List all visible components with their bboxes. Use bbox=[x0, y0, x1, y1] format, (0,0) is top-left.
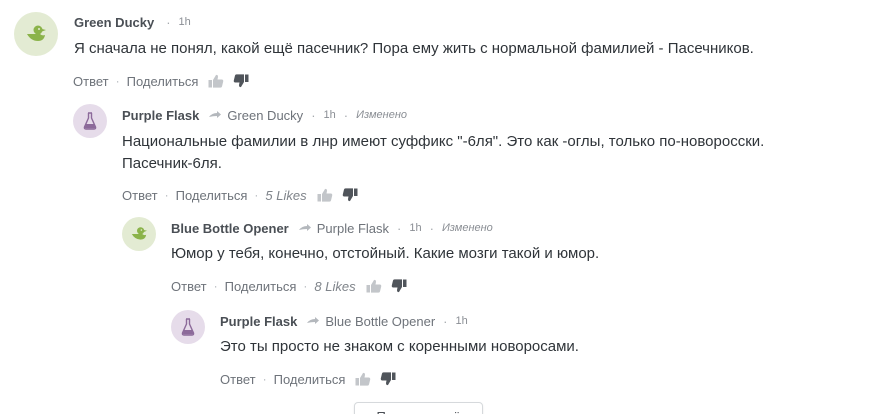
thumbs-down-icon bbox=[381, 372, 396, 386]
reply-arrow-icon bbox=[298, 223, 311, 233]
separator-dot: · bbox=[166, 14, 171, 30]
comment-text-line: Я сначала не понял, какой ещё пасечник? … bbox=[74, 40, 754, 57]
comment-header: Purple Flask Green Ducky · 1h · Изменено bbox=[122, 106, 896, 124]
reply-arrow-icon bbox=[307, 316, 320, 326]
reply-button[interactable]: Ответ bbox=[73, 74, 109, 89]
thumbs-up-icon bbox=[366, 279, 381, 293]
comment-body: Green Ducky · 1h Я сначала не понял, как… bbox=[73, 12, 896, 90]
thumbs-up-icon bbox=[208, 74, 224, 88]
comment-text: Это ты просто не знаком с коренными ново… bbox=[220, 336, 896, 358]
downvote-button[interactable] bbox=[380, 372, 396, 386]
separator-dot: · bbox=[213, 279, 218, 293]
share-button[interactable]: Поделиться bbox=[127, 74, 199, 89]
comment-text: Национальные фамилии в лнр имеют суффикс… bbox=[122, 131, 896, 175]
reply-to-link[interactable]: Green Ducky bbox=[227, 108, 303, 123]
comment-actions: Ответ · Поделиться bbox=[220, 370, 896, 388]
separator-dot: · bbox=[343, 107, 349, 123]
separator-dot: · bbox=[429, 220, 434, 236]
separator-dot: · bbox=[443, 313, 448, 329]
comment-1: Green Ducky · 1h Я сначала не понял, как… bbox=[14, 12, 896, 92]
timestamp[interactable]: 1h bbox=[324, 109, 336, 121]
author-name[interactable]: Green Ducky bbox=[74, 15, 154, 30]
comment-header: Blue Bottle Opener Purple Flask · 1h · И… bbox=[171, 219, 896, 237]
comment-text: Юмор у тебя, конечно, отстойный. Какие м… bbox=[171, 243, 896, 265]
timestamp[interactable]: 1h bbox=[409, 222, 421, 234]
comment-actions: Ответ · Поделиться bbox=[73, 72, 896, 90]
thumbs-down-icon bbox=[391, 279, 407, 293]
thumbs-down-icon bbox=[234, 74, 249, 88]
edited-label: Изменено bbox=[441, 222, 493, 234]
avatar-blue-bottle-opener[interactable] bbox=[122, 217, 156, 251]
share-button[interactable]: Поделиться bbox=[274, 372, 346, 387]
separator-dot: · bbox=[115, 74, 120, 88]
comment-2: Purple Flask Green Ducky · 1h · Изменено… bbox=[73, 104, 896, 204]
comment-header: Purple Flask Blue Bottle Opener · 1h bbox=[220, 312, 896, 330]
comment-actions: Ответ · Поделиться · 8 Likes bbox=[171, 277, 896, 295]
comment-actions: Ответ · Поделиться · 5 Likes bbox=[122, 186, 896, 204]
avatar-purple-flask[interactable] bbox=[73, 104, 107, 138]
thumbs-down-icon bbox=[342, 188, 358, 202]
comment-text: Я сначала не понял, какой ещё пасечник? … bbox=[74, 38, 896, 60]
reply-to-link[interactable]: Blue Bottle Opener bbox=[325, 314, 435, 329]
comment-text-line: Пасечник-6ля. bbox=[122, 155, 222, 172]
upvote-button[interactable] bbox=[208, 74, 224, 88]
separator-dot: · bbox=[164, 188, 169, 202]
timestamp[interactable]: 1h bbox=[456, 315, 468, 327]
load-more-button[interactable]: Показать ещё bbox=[354, 402, 483, 414]
timestamp[interactable]: 1h bbox=[179, 16, 191, 28]
comment-text-line: Юмор у тебя, конечно, отстойный. Какие м… bbox=[171, 245, 600, 262]
separator-dot: · bbox=[303, 279, 308, 293]
edited-label: Изменено bbox=[356, 109, 407, 121]
share-button[interactable]: Поделиться bbox=[225, 279, 297, 294]
share-button[interactable]: Поделиться bbox=[176, 188, 248, 203]
comment-3: Blue Bottle Opener Purple Flask · 1h · И… bbox=[122, 217, 896, 297]
separator-dot: · bbox=[262, 372, 267, 386]
downvote-button[interactable] bbox=[233, 74, 249, 88]
flask-icon bbox=[83, 112, 97, 130]
upvote-button[interactable] bbox=[366, 279, 382, 293]
author-name[interactable]: Blue Bottle Opener bbox=[171, 221, 289, 236]
thumbs-up-icon bbox=[317, 188, 332, 202]
duck-icon bbox=[131, 227, 147, 240]
upvote-button[interactable] bbox=[355, 372, 371, 386]
author-name[interactable]: Purple Flask bbox=[220, 314, 297, 329]
downvote-button[interactable] bbox=[342, 188, 358, 202]
comment-text-line: Национальные фамилии в лнр имеют суффикс… bbox=[122, 133, 765, 150]
likes-count: 8 Likes bbox=[314, 278, 356, 294]
comment-body: Purple Flask Blue Bottle Opener · 1h Это… bbox=[220, 310, 896, 388]
separator-dot: · bbox=[254, 188, 259, 202]
avatar-purple-flask[interactable] bbox=[171, 310, 205, 344]
thumbs-up-icon bbox=[355, 372, 371, 386]
reply-to-link[interactable]: Purple Flask bbox=[317, 221, 389, 236]
duck-icon bbox=[27, 25, 46, 41]
comment-header: Green Ducky · 1h bbox=[74, 13, 896, 31]
separator-dot: · bbox=[311, 107, 316, 123]
comment-body: Purple Flask Green Ducky · 1h · Изменено… bbox=[122, 104, 896, 204]
reply-button[interactable]: Ответ bbox=[220, 372, 256, 387]
downvote-button[interactable] bbox=[391, 279, 407, 293]
reply-button[interactable]: Ответ bbox=[171, 279, 207, 294]
avatar-green-ducky[interactable] bbox=[14, 12, 58, 56]
reply-button[interactable]: Ответ bbox=[122, 188, 158, 203]
author-name[interactable]: Purple Flask bbox=[122, 108, 199, 123]
flask-icon bbox=[181, 318, 195, 336]
separator-dot: · bbox=[397, 220, 402, 236]
comment-body: Blue Bottle Opener Purple Flask · 1h · И… bbox=[171, 217, 896, 295]
comment-4: Purple Flask Blue Bottle Opener · 1h Это… bbox=[171, 310, 896, 390]
likes-count: 5 Likes bbox=[265, 187, 307, 203]
comment-text-line: Это ты просто не знаком с коренными ново… bbox=[220, 338, 579, 355]
upvote-button[interactable] bbox=[317, 188, 333, 202]
reply-arrow-icon bbox=[209, 110, 222, 120]
